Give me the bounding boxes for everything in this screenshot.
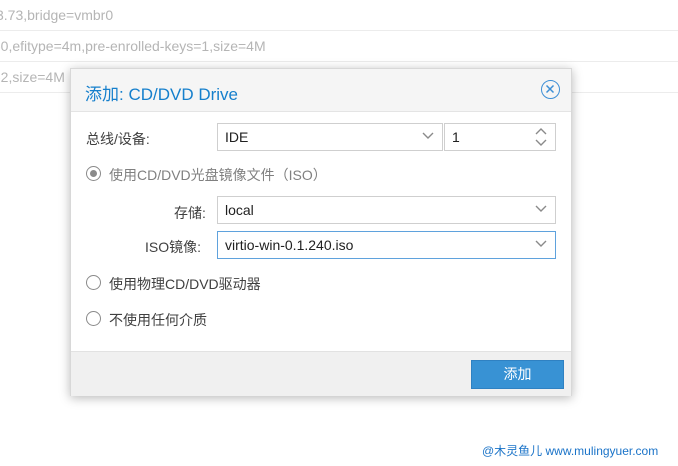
add-button[interactable]: 添加 xyxy=(471,360,564,389)
stepper-arrows-icon[interactable] xyxy=(535,127,547,147)
use-iso-radio[interactable] xyxy=(86,166,101,181)
storage-label: 存储: xyxy=(174,205,206,221)
background-row: -0,efitype=4m,pre-enrolled-keys=1,size=4… xyxy=(0,31,678,62)
background-row-text: 3.73,bridge=vmbr0 xyxy=(0,7,114,23)
use-iso-label[interactable]: 使用CD/DVD光盘镜像文件（ISO） xyxy=(109,165,327,185)
storage-select[interactable]: local xyxy=(217,196,556,224)
add-cd-dvd-dialog: 添加: CD/DVD Drive 总线/设备: IDE 1 使用CD/DVD光盘… xyxy=(70,68,572,396)
dialog-footer: 添加 xyxy=(71,351,571,396)
chevron-down-icon xyxy=(535,240,547,247)
dialog-header: 添加: CD/DVD Drive xyxy=(71,69,571,112)
no-media-label[interactable]: 不使用任何介质 xyxy=(109,310,207,330)
background-row-text: -0,efitype=4m,pre-enrolled-keys=1,size=4… xyxy=(0,38,266,54)
iso-image-select[interactable]: virtio-win-0.1.240.iso xyxy=(217,231,556,259)
iso-image-label: ISO镜像: xyxy=(145,239,202,255)
storage-select-value: local xyxy=(225,202,254,218)
device-number-value: 1 xyxy=(452,129,460,145)
dialog-title: 添加: CD/DVD Drive xyxy=(85,85,239,104)
chevron-down-icon xyxy=(535,205,547,212)
watermark: @木灵鱼儿 www.mulingyuer.com xyxy=(482,444,659,458)
no-media-radio[interactable] xyxy=(86,311,101,326)
chevron-down-icon xyxy=(422,132,434,139)
use-physical-drive-radio[interactable] xyxy=(86,275,101,290)
background-row-text: -2,size=4M xyxy=(0,69,65,85)
close-icon-glyph xyxy=(545,84,555,94)
close-icon[interactable] xyxy=(541,80,560,99)
iso-image-select-value: virtio-win-0.1.240.iso xyxy=(225,237,354,253)
background-row: 3.73,bridge=vmbr0 xyxy=(0,0,678,31)
bus-device-label: 总线/设备: xyxy=(86,131,150,147)
bus-select[interactable]: IDE xyxy=(217,123,443,151)
bus-select-value: IDE xyxy=(225,129,249,145)
device-number-spinner[interactable]: 1 xyxy=(444,123,556,151)
use-physical-drive-label[interactable]: 使用物理CD/DVD驱动器 xyxy=(109,274,261,294)
